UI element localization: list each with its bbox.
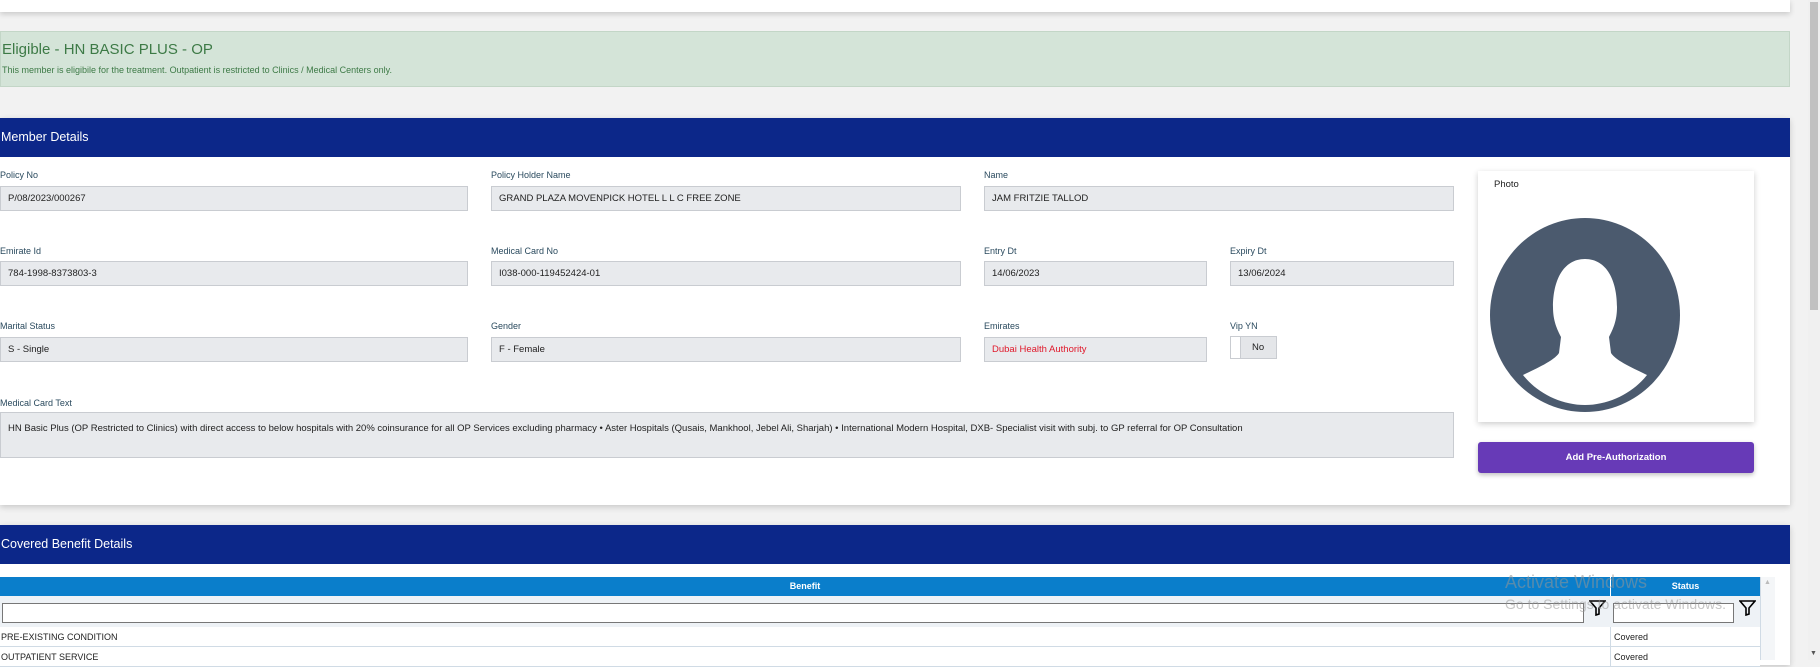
photo-card: Photo — [1478, 171, 1754, 422]
avatar-placeholder-icon — [1490, 218, 1680, 412]
status-cell: Covered — [1610, 647, 1760, 667]
scroll-up-icon[interactable]: ▲ — [1764, 579, 1771, 586]
scroll-down-icon[interactable]: ▼ — [1810, 650, 1817, 657]
medical-card-no-label: Medical Card No — [491, 246, 559, 256]
marital-status-label: Marital Status — [0, 321, 56, 331]
covered-benefits-header: Covered Benefit Details — [0, 525, 1790, 564]
name-label: Name — [984, 170, 1009, 180]
windows-watermark-subtitle: Go to Settings to activate Windows. — [1505, 596, 1726, 612]
gender-field[interactable]: F - Female — [491, 337, 961, 362]
photo-label: Photo — [1494, 179, 1519, 190]
entry-dt-label: Entry Dt — [984, 246, 1017, 256]
emirate-id-label: Emirate Id — [0, 246, 42, 256]
top-card — [0, 0, 1790, 12]
marital-status-field[interactable]: S - Single — [0, 337, 468, 362]
eligibility-title: Eligible - HN BASIC PLUS - OP — [2, 41, 213, 58]
expiry-dt-label: Expiry Dt — [1230, 246, 1267, 256]
emirates-label: Emirates — [984, 321, 1020, 331]
medical-card-no-field[interactable]: I038-000-119452424-01 — [491, 261, 961, 286]
grid-scrollbar[interactable]: ▲ — [1760, 577, 1775, 660]
benefit-cell: PRE-EXISTING CONDITION — [0, 627, 1610, 647]
entry-dt-field[interactable]: 14/06/2023 — [984, 261, 1207, 286]
benefit-cell: OUTPATIENT SERVICE — [0, 647, 1610, 667]
page-scrollbar-thumb[interactable] — [1810, 2, 1818, 310]
policy-holder-label: Policy Holder Name — [491, 170, 571, 180]
status-filter-icon[interactable] — [1739, 600, 1756, 616]
page-scrollbar[interactable]: ▼ — [1808, 0, 1820, 660]
gender-label: Gender — [491, 321, 522, 331]
vip-yn-value: No — [1252, 342, 1265, 353]
column-header-benefit[interactable]: Benefit — [0, 577, 1610, 596]
member-details-header: Member Details — [0, 118, 1790, 157]
windows-watermark-title: Activate Windows — [1505, 572, 1648, 592]
vip-yn-toggle[interactable]: No — [1230, 336, 1277, 359]
name-field[interactable]: JAM FRITZIE TALLOD — [984, 186, 1454, 211]
emirate-id-field[interactable]: 784-1998-8373803-3 — [0, 261, 468, 286]
eligibility-alert: Eligible - HN BASIC PLUS - OP This membe… — [0, 31, 1790, 87]
policy-no-label: Policy No — [0, 170, 39, 180]
vip-yn-label: Vip YN — [1230, 321, 1258, 331]
add-pre-authorization-button[interactable]: Add Pre-Authorization — [1478, 442, 1754, 473]
expiry-dt-field[interactable]: 13/06/2024 — [1230, 261, 1454, 286]
policy-holder-field[interactable]: GRAND PLAZA MOVENPICK HOTEL L L C FREE Z… — [491, 186, 961, 211]
medical-card-text-label: Medical Card Text — [0, 398, 72, 408]
status-cell: Covered — [1610, 627, 1760, 647]
toggle-knob — [1231, 337, 1241, 358]
benefit-filter-input[interactable] — [2, 603, 1584, 623]
policy-no-field[interactable]: P/08/2023/000267 — [0, 186, 468, 211]
medical-card-text-area[interactable]: HN Basic Plus (OP Restricted to Clinics)… — [0, 412, 1454, 458]
emirates-field[interactable]: Dubai Health Authority — [984, 337, 1207, 362]
eligibility-message: This member is eligibile for the treatme… — [2, 65, 392, 75]
